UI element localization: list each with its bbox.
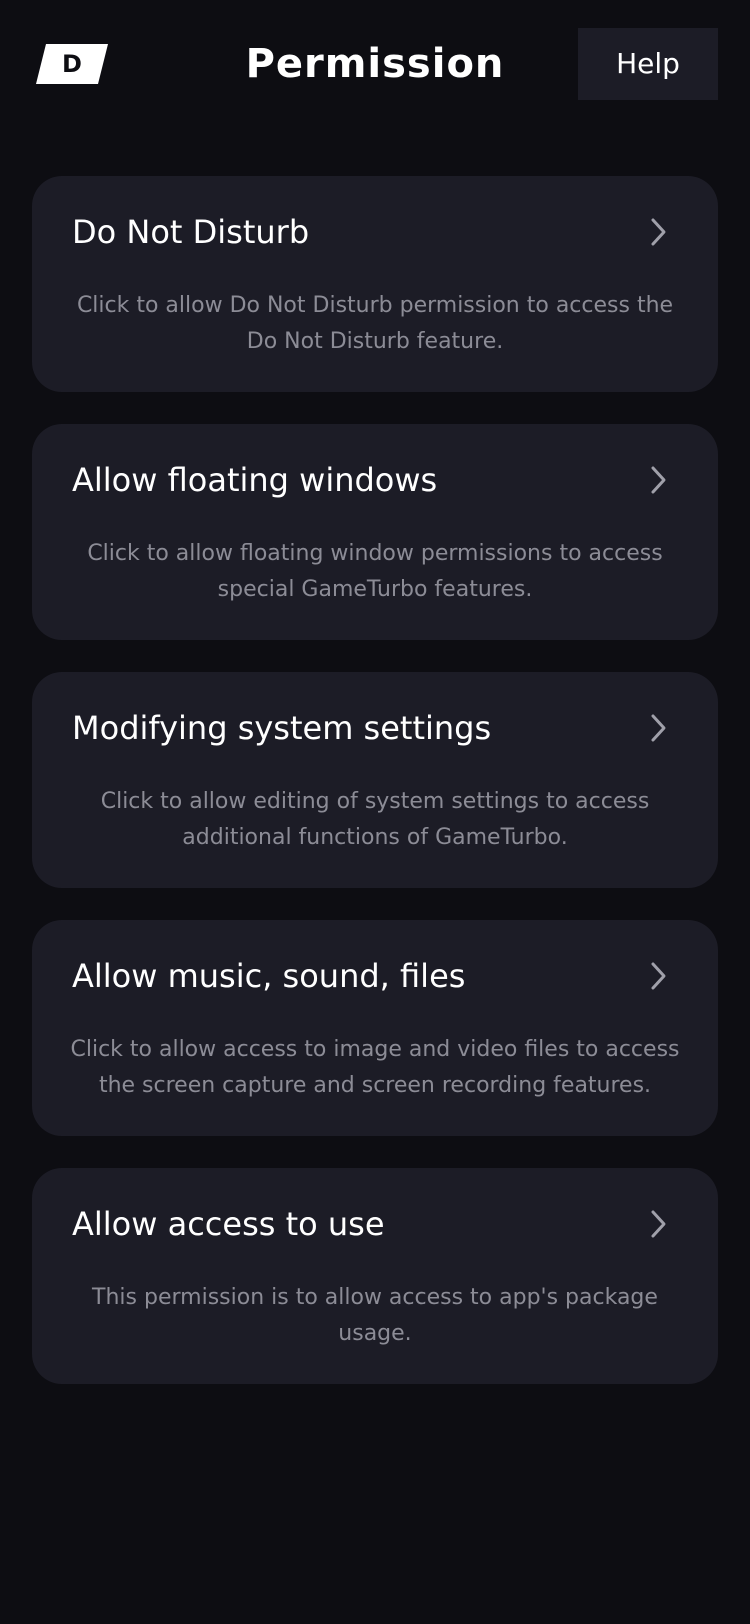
permission-item-floating-windows[interactable]: Allow floating windows Click to allow fl… [32,424,718,640]
permission-title: Allow access to use [72,1205,385,1243]
permission-description: Click to allow access to image and video… [70,1037,680,1098]
chevron-right-icon [642,464,674,496]
permission-title: Allow floating windows [72,461,438,499]
app-logo: D [36,44,108,84]
permission-item-usage-access[interactable]: Allow access to use This permission is t… [32,1168,718,1384]
chevron-right-icon [642,216,674,248]
permission-title: Do Not Disturb [72,213,310,251]
app-header: D Permission Help [0,0,750,130]
permission-item-do-not-disturb[interactable]: Do Not Disturb Click to allow Do Not Dis… [32,176,718,392]
chevron-right-icon [642,1208,674,1240]
chevron-right-icon [642,712,674,744]
permission-item-music-sound-files[interactable]: Allow music, sound, files Click to allow… [32,920,718,1136]
permission-title: Allow music, sound, files [72,957,466,995]
chevron-right-icon [642,960,674,992]
permission-title: Modifying system settings [72,709,492,747]
permission-list: Do Not Disturb Click to allow Do Not Dis… [32,176,718,1416]
permission-description: Click to allow Do Not Disturb permission… [76,293,674,354]
permission-item-system-settings[interactable]: Modifying system settings Click to allow… [32,672,718,888]
logo-letter: D [62,50,82,78]
permission-description: Click to allow editing of system setting… [100,789,650,850]
help-button[interactable]: Help [578,28,718,100]
page-title: Permission [245,41,505,87]
permission-description: This permission is to allow access to ap… [92,1285,658,1346]
permission-description: Click to allow floating window permissio… [87,541,663,602]
